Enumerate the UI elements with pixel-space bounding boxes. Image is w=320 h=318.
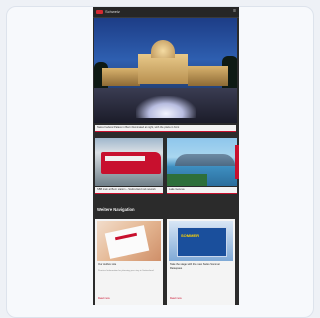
mobile-page-screenshot: Schweiz ≡ Swiss Federal Palace in Bern i… <box>93 7 239 305</box>
site-brand[interactable]: Schweiz <box>105 9 120 15</box>
hero-image[interactable] <box>94 18 237 123</box>
read-more-link[interactable]: Read more <box>170 297 182 300</box>
train-windows <box>105 156 145 161</box>
tile-title[interactable]: Take the stage with the new Swiss Sommer… <box>170 263 232 270</box>
read-more-link[interactable]: Read more <box>98 297 110 300</box>
tile-title[interactable]: Our toolbox site <box>98 263 160 267</box>
card-caption-train[interactable]: SBB train at Bern station – Switzerland … <box>95 187 163 194</box>
tile-card[interactable]: Our toolbox site Practical information f… <box>95 219 163 305</box>
hero-caption[interactable]: Swiss Federal Palace in Bern illuminated… <box>95 125 236 132</box>
mountains <box>175 154 235 166</box>
palace-wing-right <box>188 66 228 86</box>
screen-graphic <box>177 227 227 257</box>
card-image-train[interactable] <box>95 138 163 186</box>
section-title: Weitere Navigation <box>97 207 135 212</box>
palace-wing-left <box>102 68 140 86</box>
tile-description: Practical information for planning your … <box>98 270 154 272</box>
shore <box>167 174 207 186</box>
palace-dome <box>151 40 175 58</box>
palace-center <box>138 54 188 84</box>
screen-text: SOMMER <box>181 233 199 238</box>
swiss-flag-logo-icon[interactable] <box>96 10 103 14</box>
tile-image <box>97 221 161 261</box>
card-image-lake[interactable] <box>167 138 237 186</box>
paper-sheet <box>104 225 150 259</box>
card-caption-lake[interactable]: Lake Geneva <box>167 187 237 194</box>
top-navigation-bar: Schweiz ≡ <box>93 7 239 18</box>
tile-card[interactable]: SOMMER Take the stage with the new Swiss… <box>167 219 235 305</box>
light-beam <box>136 96 196 118</box>
tile-image: SOMMER <box>169 221 233 261</box>
feedback-side-tab[interactable] <box>235 145 239 179</box>
hamburger-menu-icon[interactable]: ≡ <box>233 8 236 15</box>
